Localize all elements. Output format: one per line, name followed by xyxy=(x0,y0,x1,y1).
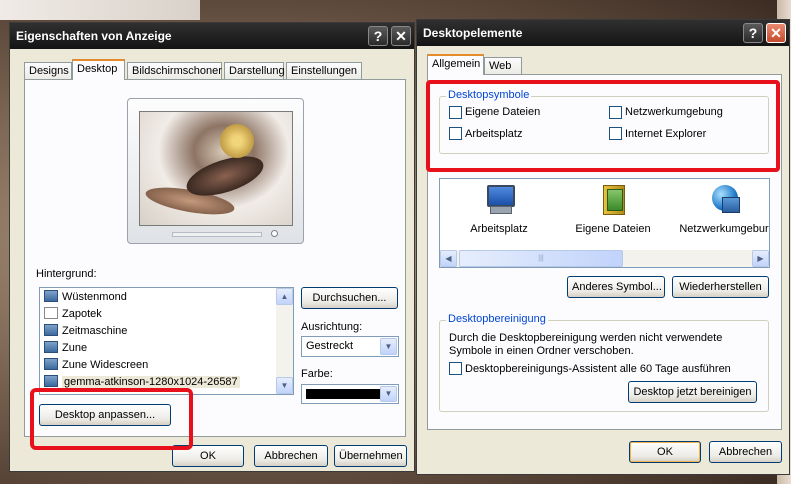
browse-button[interactable]: Durchsuchen... xyxy=(301,287,398,309)
desktop-icons-preview[interactable]: Arbeitsplatz Eigene Dateien Netzwerkumge… xyxy=(439,178,770,268)
tab-web[interactable]: Web xyxy=(484,57,522,74)
cleanup-wizard-checkbox[interactable] xyxy=(449,362,462,375)
scroll-down-icon[interactable]: ▼ xyxy=(276,377,293,394)
monitor-stand xyxy=(172,232,262,237)
list-item[interactable]: Zune xyxy=(44,341,87,358)
title-bar[interactable]: Desktopelemente ? ✕ xyxy=(417,20,789,46)
position-label: Ausrichtung: xyxy=(301,321,363,333)
cancel-button[interactable]: Abbrechen xyxy=(709,441,782,463)
color-picker[interactable]: ▼ xyxy=(301,384,399,404)
list-item[interactable]: Zeitmaschine xyxy=(44,324,127,341)
monitor-power-led xyxy=(271,230,278,237)
window-title: Desktopelemente xyxy=(423,26,523,40)
ok-button[interactable]: OK xyxy=(629,441,701,463)
annotation-highlight-customize-button xyxy=(30,388,193,450)
list-scrollbar[interactable]: ▲ ▼ xyxy=(276,288,293,394)
picture-icon xyxy=(44,324,58,336)
monitor-preview xyxy=(127,98,304,244)
list-item[interactable]: Wüstenmond xyxy=(44,290,127,307)
change-icon-button[interactable]: Anderes Symbol... xyxy=(567,276,665,298)
color-swatch xyxy=(306,389,382,399)
tab-appearance[interactable]: Darstellung xyxy=(224,62,285,79)
desktop-icon-my-documents[interactable]: Eigene Dateien xyxy=(570,183,656,235)
network-icon xyxy=(708,183,740,215)
tab-general[interactable]: Allgemein xyxy=(427,54,484,75)
tab-settings[interactable]: Einstellungen xyxy=(286,62,362,79)
picture-icon xyxy=(44,375,58,387)
wallpaper-preview-image xyxy=(139,111,293,226)
chevron-down-icon[interactable]: ▼ xyxy=(380,338,397,355)
tab-strip: Allgemein Web xyxy=(427,54,627,75)
clean-desktop-now-button[interactable]: Desktop jetzt bereinigen xyxy=(628,381,757,403)
cancel-button[interactable]: Abbrechen xyxy=(254,445,328,467)
help-icon[interactable]: ? xyxy=(743,23,763,43)
scroll-left-icon[interactable]: ◀ xyxy=(440,250,457,267)
list-item[interactable]: Zune Widescreen xyxy=(44,358,148,375)
cleanup-description: Symbole in einen Ordner verschoben. xyxy=(449,345,634,357)
checkbox-label: Desktopbereinigungs-Assistent alle 60 Ta… xyxy=(465,363,731,375)
color-label: Farbe: xyxy=(301,368,333,380)
list-item[interactable]: Zapotek xyxy=(44,307,102,324)
scroll-thumb[interactable]: ||| xyxy=(459,250,623,267)
picture-icon xyxy=(44,358,58,370)
documents-folder-icon xyxy=(597,183,629,215)
title-bar[interactable]: Eigenschaften von Anzeige ? ✕ xyxy=(10,23,414,49)
desktop-icon-network[interactable]: Netzwerkumgebur xyxy=(678,183,770,235)
background-label: Hintergrund: xyxy=(36,268,97,280)
chevron-down-icon[interactable]: ▼ xyxy=(380,386,397,402)
scroll-right-icon[interactable]: ▶ xyxy=(752,250,769,267)
close-icon[interactable]: ✕ xyxy=(766,23,786,43)
computer-icon xyxy=(483,183,515,215)
desktop-icon-my-computer[interactable]: Arbeitsplatz xyxy=(464,183,534,235)
annotation-highlight-desktop-icons xyxy=(426,80,780,172)
help-icon[interactable]: ? xyxy=(368,26,388,46)
cleanup-description: Durch die Desktopbereinigung werden nich… xyxy=(449,332,723,344)
restore-default-button[interactable]: Wiederherstellen xyxy=(672,276,769,298)
tab-screensaver[interactable]: Bildschirmschoner xyxy=(127,62,222,79)
picture-icon xyxy=(44,290,58,302)
position-value: Gestreckt xyxy=(306,340,354,352)
tab-desktop[interactable]: Desktop xyxy=(72,59,125,80)
group-title: Desktopbereinigung xyxy=(446,313,548,325)
document-icon xyxy=(44,307,58,319)
icons-scrollbar[interactable]: ◀ ||| ▶ xyxy=(440,250,769,267)
wallpaper-strip xyxy=(0,0,200,20)
apply-button[interactable]: Übernehmen xyxy=(334,445,407,467)
picture-icon xyxy=(44,341,58,353)
background-list[interactable]: Wüstenmond Zapotek Zeitmaschine Zune Zun… xyxy=(39,287,294,395)
window-title: Eigenschaften von Anzeige xyxy=(16,29,172,43)
scroll-up-icon[interactable]: ▲ xyxy=(276,288,293,305)
tab-strip: Designs Desktop Bildschirmschoner Darste… xyxy=(24,59,404,80)
close-icon[interactable]: ✕ xyxy=(391,26,411,46)
tab-designs[interactable]: Designs xyxy=(24,62,72,79)
position-select[interactable]: Gestreckt ▼ xyxy=(301,336,399,357)
